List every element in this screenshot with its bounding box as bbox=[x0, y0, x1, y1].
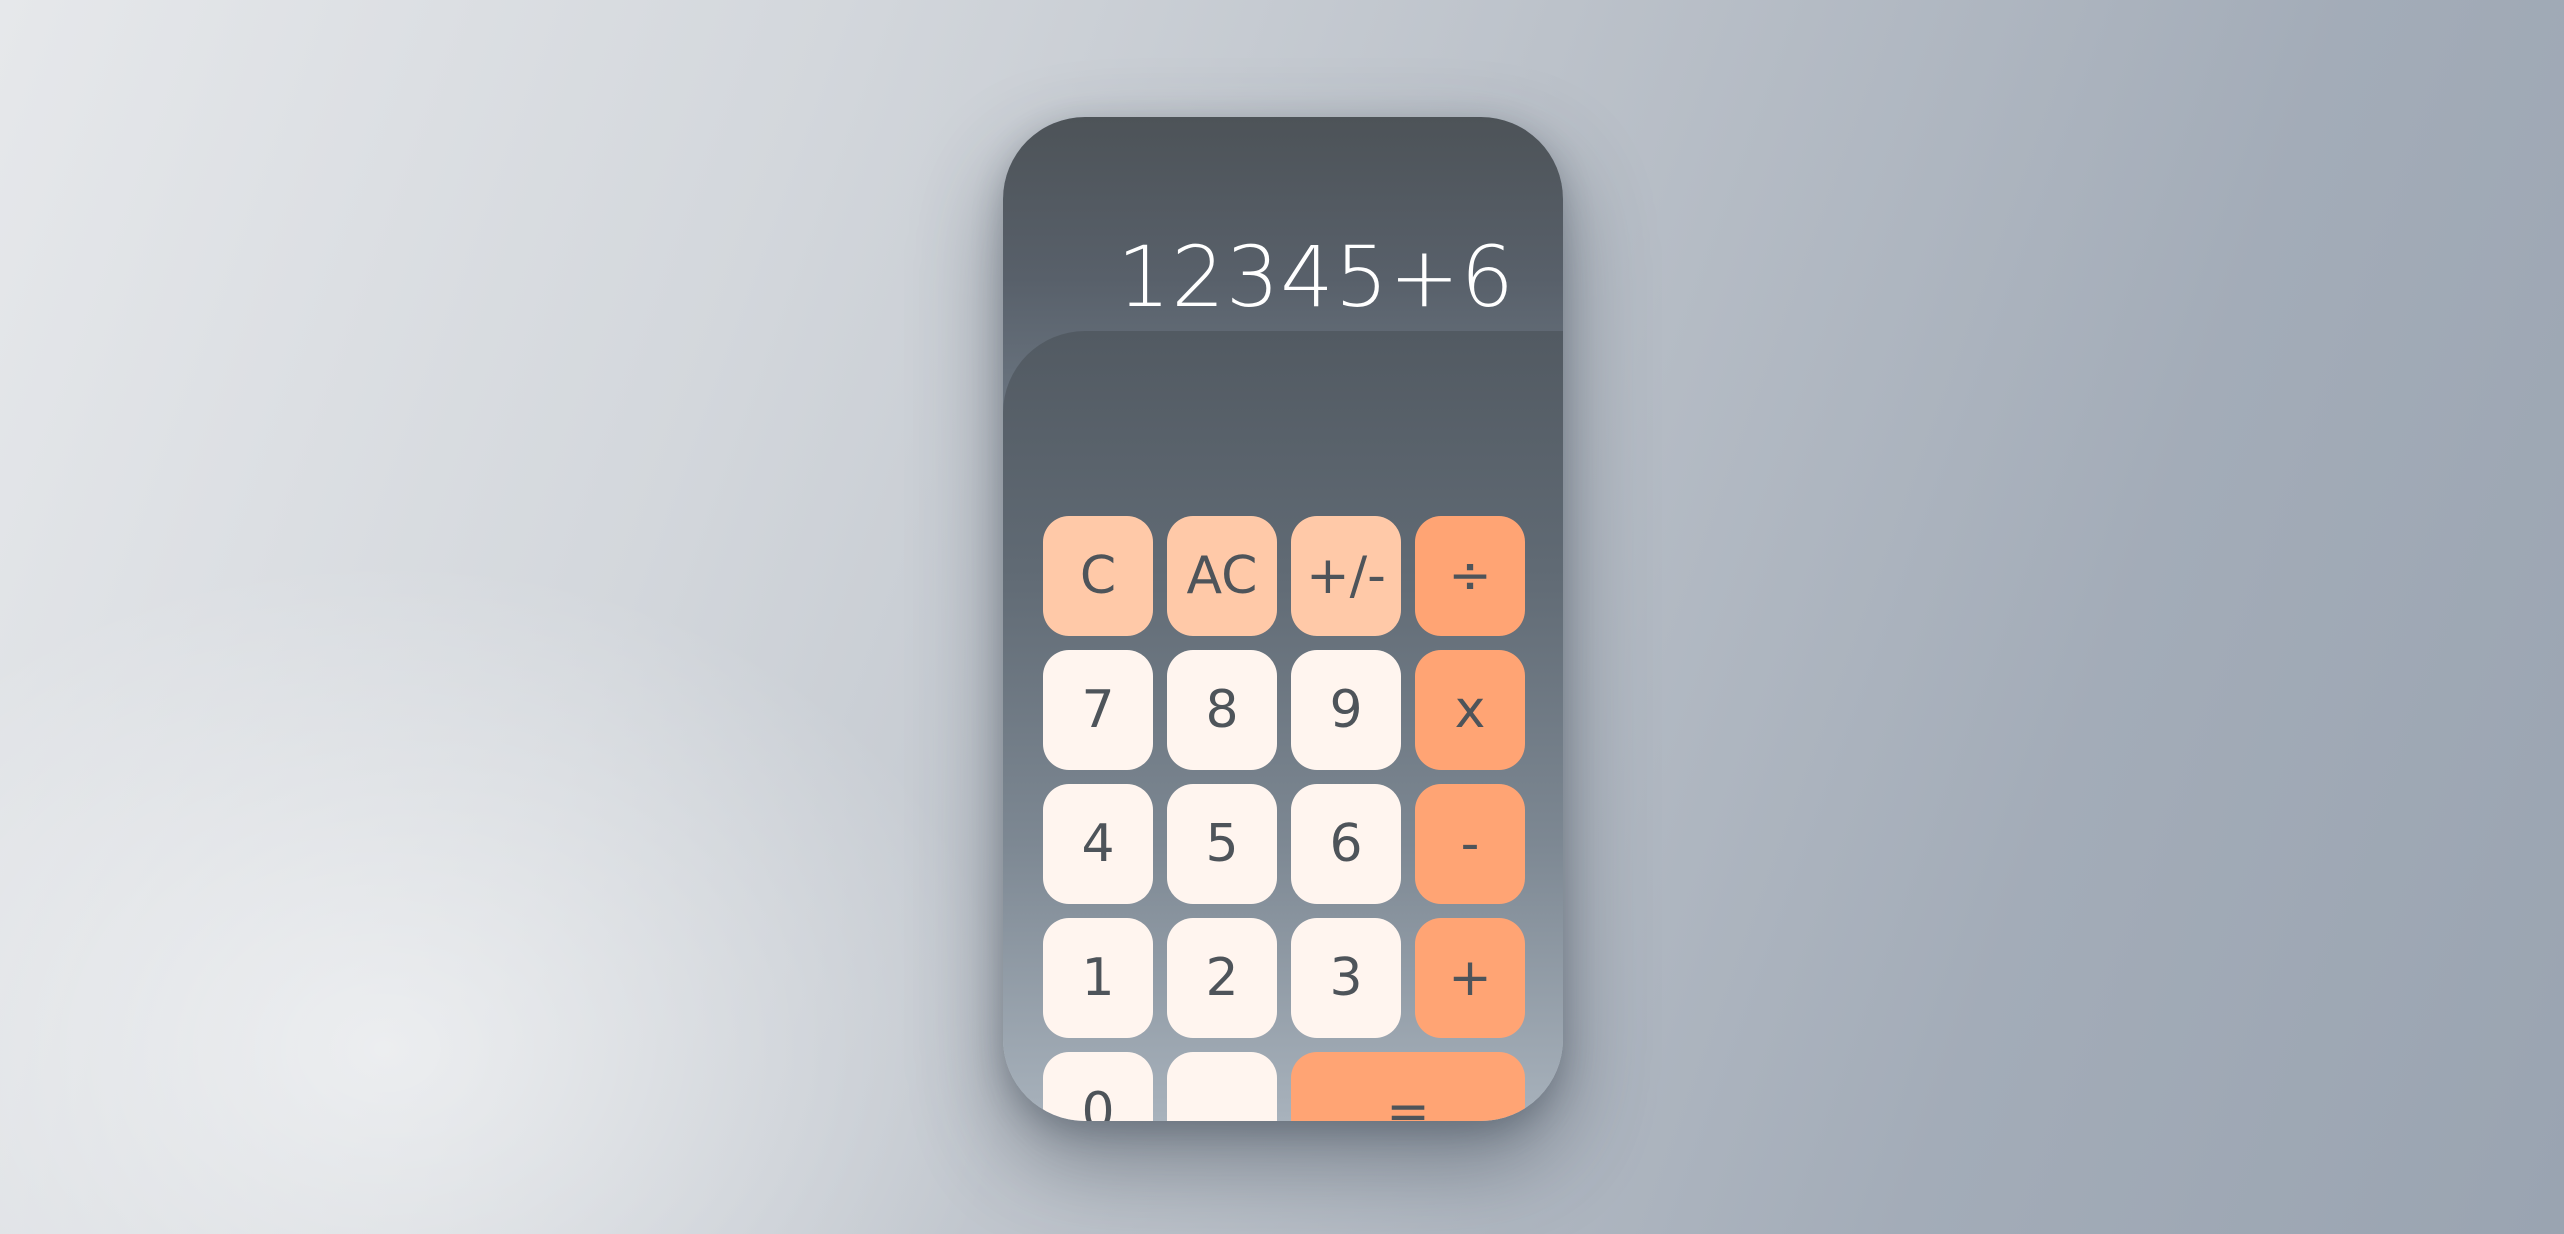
multiply-button[interactable]: x bbox=[1415, 650, 1525, 770]
display-expression: 12345+6 bbox=[1116, 228, 1515, 326]
digit-7-button[interactable]: 7 bbox=[1043, 650, 1153, 770]
display: 12345+6 bbox=[1003, 117, 1563, 331]
add-button[interactable]: + bbox=[1415, 918, 1525, 1038]
subtract-button[interactable]: - bbox=[1415, 784, 1525, 904]
equals-button[interactable]: = bbox=[1291, 1052, 1525, 1121]
digit-3-button[interactable]: 3 bbox=[1291, 918, 1401, 1038]
digit-4-button[interactable]: 4 bbox=[1043, 784, 1153, 904]
keypad: C AC +/- ÷ 7 8 9 x 4 5 6 - 1 2 3 + 0 . = bbox=[1003, 331, 1563, 1121]
calculator: 12345+6 C AC +/- ÷ 7 8 9 x 4 5 6 - 1 2 3… bbox=[1003, 117, 1563, 1121]
clear-button[interactable]: C bbox=[1043, 516, 1153, 636]
decimal-button[interactable]: . bbox=[1167, 1052, 1277, 1121]
digit-2-button[interactable]: 2 bbox=[1167, 918, 1277, 1038]
all-clear-button[interactable]: AC bbox=[1167, 516, 1277, 636]
digit-1-button[interactable]: 1 bbox=[1043, 918, 1153, 1038]
digit-0-button[interactable]: 0 bbox=[1043, 1052, 1153, 1121]
digit-9-button[interactable]: 9 bbox=[1291, 650, 1401, 770]
digit-6-button[interactable]: 6 bbox=[1291, 784, 1401, 904]
sign-toggle-button[interactable]: +/- bbox=[1291, 516, 1401, 636]
digit-8-button[interactable]: 8 bbox=[1167, 650, 1277, 770]
digit-5-button[interactable]: 5 bbox=[1167, 784, 1277, 904]
divide-button[interactable]: ÷ bbox=[1415, 516, 1525, 636]
